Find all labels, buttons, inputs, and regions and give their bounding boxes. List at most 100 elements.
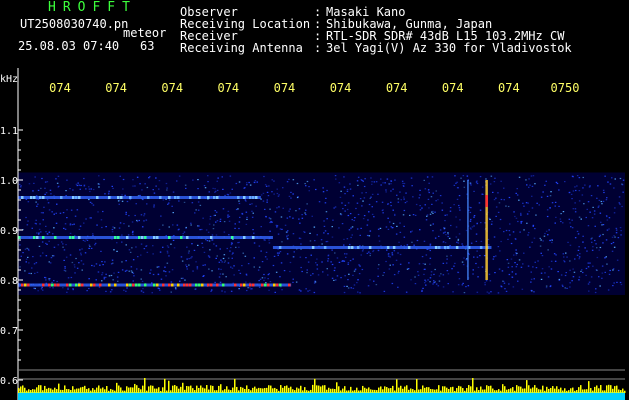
noise-dot (508, 196, 511, 199)
noise-dot (65, 244, 67, 246)
noise-dot (238, 181, 241, 183)
noise-dot (281, 289, 283, 291)
baseline-bar (96, 387, 98, 393)
noise-dot (256, 181, 258, 183)
noise-dot (490, 223, 493, 225)
baseline-bar (146, 390, 148, 393)
noise-dot (371, 183, 373, 185)
noise-dot (78, 184, 80, 186)
noise-dot (25, 216, 27, 219)
noise-dot (499, 250, 501, 252)
echo-segment (117, 236, 120, 239)
baseline-bar (278, 390, 280, 393)
noise-dot (534, 261, 536, 263)
baseline-bar (130, 387, 132, 393)
baseline-bar (158, 387, 160, 393)
noise-dot (211, 289, 213, 291)
noise-dot (105, 290, 107, 292)
noise-dot (596, 197, 598, 199)
noise-dot (503, 187, 505, 189)
noise-dot (48, 209, 51, 211)
x-tick-label: 074 (217, 81, 239, 95)
noise-dot (69, 254, 72, 256)
noise-dot (575, 189, 577, 192)
noise-dot (399, 231, 402, 233)
baseline-bar (470, 386, 472, 393)
noise-dot (104, 193, 106, 195)
noise-dot (168, 255, 170, 257)
noise-dot (184, 279, 186, 281)
baseline-bar (256, 388, 258, 393)
noise-dot (218, 261, 221, 263)
noise-dot (432, 212, 434, 214)
noise-dot (424, 282, 426, 284)
noise-dot (347, 279, 349, 281)
noise-dot (366, 252, 369, 254)
noise-dot (188, 258, 190, 260)
noise-dot (375, 201, 378, 203)
baseline-bar (596, 385, 598, 393)
baseline-bar (350, 386, 352, 393)
noise-dot (453, 265, 455, 267)
noise-dot (82, 263, 85, 265)
baseline-bar (542, 385, 544, 393)
noise-dot (261, 261, 264, 263)
echo-segment (135, 283, 138, 287)
noise-dot (99, 264, 101, 266)
noise-dot (52, 233, 54, 235)
noise-dot (230, 290, 233, 292)
noise-dot (387, 203, 390, 205)
noise-dot (493, 236, 496, 238)
time-axis: 074 074 074 074 074 074 074 074 074 0750 (49, 81, 579, 95)
noise-dot (36, 271, 39, 273)
noise-dot (505, 205, 507, 207)
noise-dot (244, 199, 247, 201)
noise-dot (290, 191, 292, 193)
echo-segment (144, 283, 147, 287)
noise-dot (308, 190, 310, 192)
noise-dot (153, 206, 155, 208)
echo-line-3 (18, 196, 261, 199)
noise-dot (151, 282, 153, 284)
noise-dot (153, 192, 156, 194)
noise-dot (57, 175, 60, 177)
baseline-bar (132, 387, 134, 393)
noise-dot (70, 276, 73, 279)
noise-dot (44, 193, 46, 195)
baseline-bar (388, 388, 390, 393)
noise-dot (482, 193, 484, 195)
noise-dot (549, 207, 551, 209)
baseline-bar (216, 390, 218, 393)
noise-dot (304, 183, 306, 185)
baseline-bar (82, 386, 84, 393)
noise-dot (146, 251, 149, 253)
baseline-bar (234, 378, 236, 393)
noise-dot (370, 196, 372, 198)
noise-dot (483, 255, 486, 257)
baseline-bar (272, 388, 274, 393)
noise-dot (432, 283, 434, 285)
noise-dot (48, 279, 51, 281)
baseline-bar (486, 385, 488, 393)
baseline-bar (422, 385, 424, 393)
noise-dot (528, 186, 530, 188)
noise-dot (511, 276, 513, 278)
noise-dot (286, 217, 289, 219)
noise-dot (152, 189, 154, 191)
noise-dot (389, 264, 391, 266)
baseline-bar (274, 387, 276, 393)
noise-dot (442, 262, 445, 264)
noise-dot (97, 183, 100, 185)
noise-dot (140, 269, 143, 271)
noise-dot (473, 216, 475, 218)
noise-dot (208, 256, 211, 258)
noise-dot (356, 228, 359, 230)
x-tick-label: 074 (442, 81, 464, 95)
noise-dot (354, 217, 356, 219)
baseline-bar (538, 389, 540, 393)
noise-dot (211, 270, 213, 272)
noise-dot (598, 249, 600, 251)
noise-dot (461, 243, 463, 245)
baseline-bar (76, 388, 78, 393)
echo-segment (162, 283, 165, 287)
